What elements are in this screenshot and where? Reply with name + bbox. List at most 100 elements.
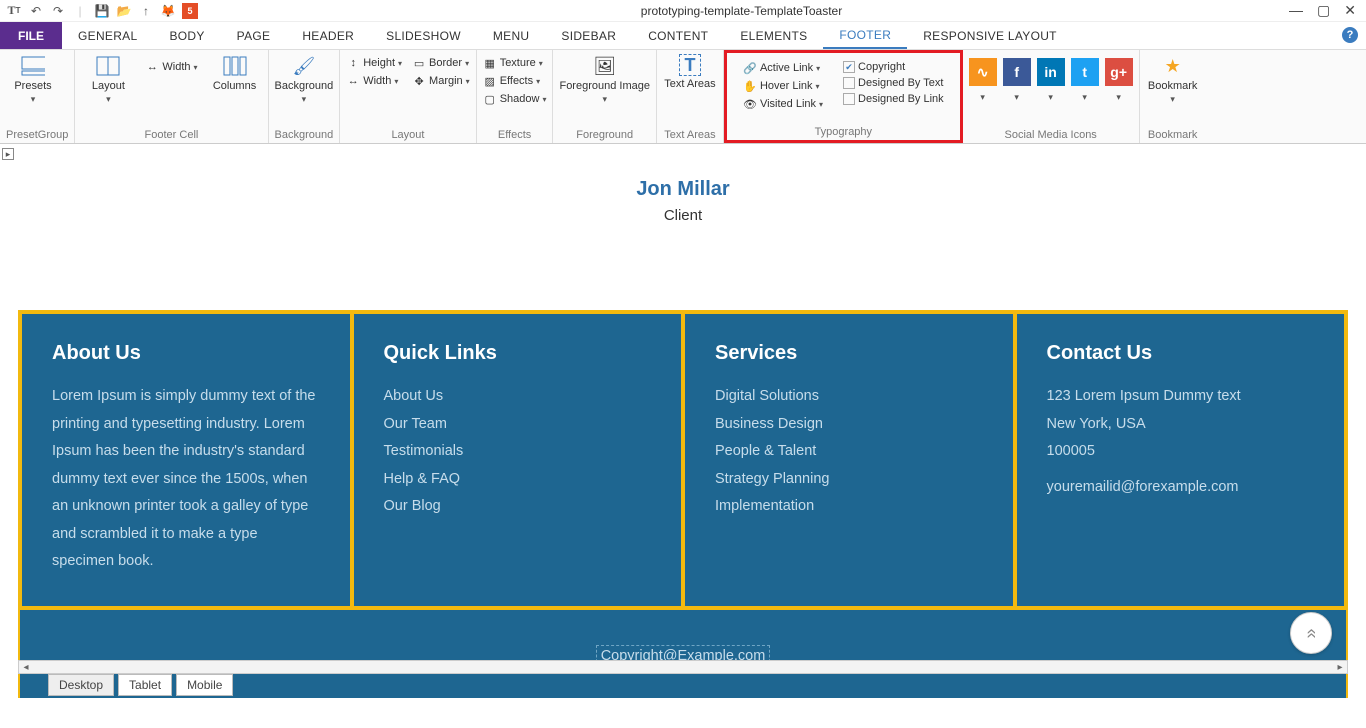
foreground-button[interactable]: 🖼 Foreground Image▾ (559, 54, 650, 105)
device-tab-desktop[interactable]: Desktop (48, 674, 114, 696)
list-item[interactable]: Our Blog (384, 493, 652, 521)
page-title: Jon Millar (18, 178, 1348, 201)
height-button[interactable]: ↕Height▾ (346, 56, 402, 70)
border-icon: ▭ (412, 56, 426, 70)
tab-menu[interactable]: MENU (477, 22, 546, 49)
list-item[interactable]: Digital Solutions (715, 383, 983, 411)
list-item[interactable]: Implementation (715, 493, 983, 521)
footer-about-title: About Us (52, 342, 320, 365)
link-icon: 🔗 (743, 61, 757, 75)
checkbox-checked-icon: ✔ (843, 61, 855, 73)
file-menu[interactable]: FILE (0, 22, 62, 49)
close-icon[interactable]: ✕ (1344, 2, 1356, 19)
tab-sidebar[interactable]: SIDEBAR (545, 22, 632, 49)
scroll-top-button[interactable]: » (1290, 612, 1332, 654)
list-item[interactable]: Strategy Planning (715, 466, 983, 494)
tab-general[interactable]: GENERAL (62, 22, 153, 49)
designed-link-check[interactable]: Designed By Link (843, 93, 944, 105)
footer-cell-services[interactable]: Services Digital Solutions Business Desi… (683, 312, 1015, 608)
device-tab-mobile[interactable]: Mobile (176, 674, 233, 696)
window-title: prototyping-template-TemplateToaster (204, 4, 1279, 18)
list-item[interactable]: Testimonials (384, 438, 652, 466)
text-tool-icon[interactable]: TT (6, 3, 22, 19)
hover-icon: ✋ (743, 79, 757, 93)
height-icon: ↕ (346, 56, 360, 70)
group-background: Background (275, 127, 334, 141)
border-button[interactable]: ▭Border▾ (412, 56, 470, 70)
panel-expand-icon[interactable]: ▸ (2, 148, 14, 160)
tab-body[interactable]: BODY (153, 22, 220, 49)
width-icon: ↔ (145, 60, 159, 74)
designed-text-check[interactable]: Designed By Text (843, 77, 944, 89)
group-presets: PresetGroup (6, 127, 68, 141)
firefox-icon[interactable]: 🦊 (160, 3, 176, 19)
minimize-icon[interactable]: — (1289, 2, 1303, 19)
copyright-check[interactable]: ✔Copyright (843, 61, 944, 73)
tab-elements[interactable]: ELEMENTS (724, 22, 823, 49)
tab-responsive[interactable]: RESPONSIVE LAYOUT (907, 22, 1073, 49)
maximize-icon[interactable]: ▢ (1317, 2, 1330, 19)
visited-icon: 👁 (743, 97, 757, 111)
texture-button[interactable]: ▦Texture▾ (483, 56, 547, 70)
rss-icon[interactable]: ∿ (969, 58, 997, 86)
contact-email[interactable]: youremailid@forexample.com (1047, 474, 1315, 502)
tab-footer[interactable]: FOOTER (823, 22, 907, 49)
image-icon: 🖼 (593, 54, 617, 78)
tab-page[interactable]: PAGE (221, 22, 287, 49)
footer-cell-about[interactable]: About Us Lorem Ipsum is simply dummy tex… (20, 312, 352, 608)
tab-content[interactable]: CONTENT (632, 22, 724, 49)
margin-button[interactable]: ✥Margin▾ (412, 74, 470, 88)
layout-icon (96, 54, 120, 78)
list-item[interactable]: About Us (384, 383, 652, 411)
export-icon[interactable]: ↑ (138, 3, 154, 19)
tab-slideshow[interactable]: SLIDESHOW (370, 22, 477, 49)
group-effects: Effects (483, 127, 547, 141)
presets-button[interactable]: Presets▾ (6, 54, 60, 105)
layout-button[interactable]: Layout▾ (81, 54, 135, 105)
tab-header[interactable]: HEADER (286, 22, 370, 49)
list-item[interactable]: Business Design (715, 411, 983, 439)
background-button[interactable]: 🖌 Background▾ (275, 54, 334, 105)
linkedin-icon[interactable]: in (1037, 58, 1065, 86)
textareas-button[interactable]: T Text Areas (663, 54, 717, 90)
help-icon[interactable]: ? (1342, 27, 1358, 43)
presets-icon (21, 54, 45, 78)
redo-icon[interactable]: ↷ (50, 3, 66, 19)
twitter-icon[interactable]: t (1071, 58, 1099, 86)
columns-icon (223, 54, 247, 78)
undo-icon[interactable]: ↶ (28, 3, 44, 19)
footer-quick-title: Quick Links (384, 342, 652, 365)
scroll-right-icon[interactable]: ▸ (1333, 662, 1347, 673)
star-icon: ★ (1161, 54, 1185, 78)
open-icon[interactable]: 📂 (116, 3, 132, 19)
save-icon[interactable]: 💾 (94, 3, 110, 19)
columns-button[interactable]: Columns (208, 54, 262, 92)
hover-link-button[interactable]: ✋Hover Link▾ (743, 79, 823, 93)
contact-line: 100005 (1047, 438, 1315, 466)
list-item[interactable]: Our Team (384, 411, 652, 439)
footer-preview[interactable]: About Us Lorem Ipsum is simply dummy tex… (18, 310, 1348, 610)
active-link-button[interactable]: 🔗Active Link▾ (743, 61, 823, 75)
googleplus-icon[interactable]: g+ (1105, 58, 1133, 86)
list-item[interactable]: People & Talent (715, 438, 983, 466)
group-foreground: Foreground (559, 127, 650, 141)
contact-line: New York, USA (1047, 411, 1315, 439)
checkbox-icon (843, 77, 855, 89)
device-tab-tablet[interactable]: Tablet (118, 674, 172, 696)
footer-cell-contact[interactable]: Contact Us 123 Lorem Ipsum Dummy text Ne… (1015, 312, 1347, 608)
shadow-button[interactable]: ▢Shadow▾ (483, 92, 547, 106)
margin-icon: ✥ (412, 74, 426, 88)
html5-icon[interactable]: 5 (182, 3, 198, 19)
page-subtitle: Client (18, 207, 1348, 224)
width2-button[interactable]: ↔Width▾ (346, 74, 402, 88)
visited-link-button[interactable]: 👁Visited Link▾ (743, 97, 823, 111)
footer-cell-quick[interactable]: Quick Links About Us Our Team Testimonia… (352, 312, 684, 608)
bookmark-button[interactable]: ★ Bookmark▾ (1146, 54, 1200, 105)
facebook-icon[interactable]: f (1003, 58, 1031, 86)
width-button[interactable]: ↔Width▾ (145, 60, 197, 74)
list-item[interactable]: Help & FAQ (384, 466, 652, 494)
effects-button[interactable]: ▨Effects▾ (483, 74, 547, 88)
scroll-left-icon[interactable]: ◂ (19, 662, 33, 673)
chevron-up-icon: » (1300, 628, 1321, 638)
horizontal-scrollbar[interactable]: ◂ ▸ (18, 660, 1348, 674)
